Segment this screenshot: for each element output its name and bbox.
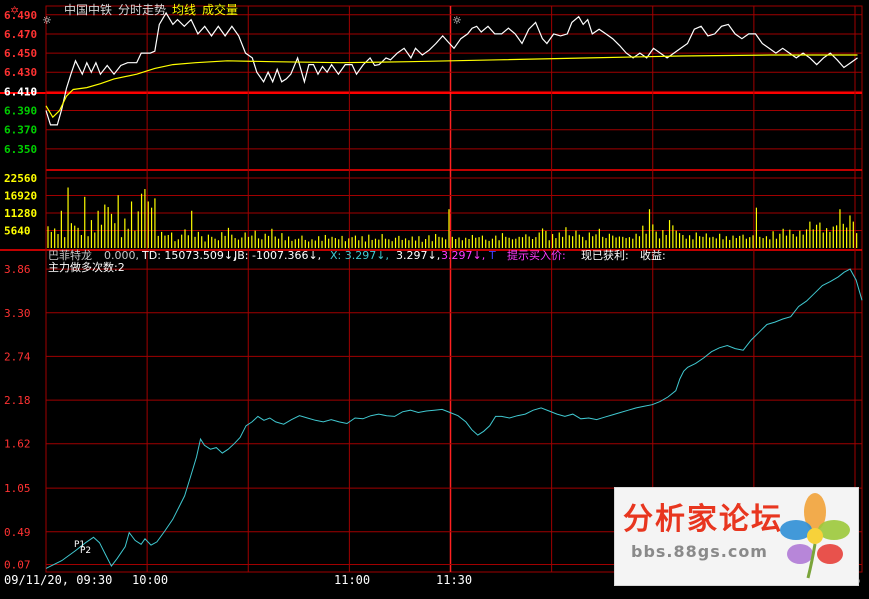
watermark: 分析家论坛 bbs.88gs.com bbox=[614, 487, 859, 586]
indicator-tick-label: 0.07 bbox=[4, 559, 31, 572]
volume-label[interactable]: 成交量 bbox=[202, 2, 238, 17]
price-tick-label: 6.470 bbox=[4, 28, 37, 41]
flower-logo-icon bbox=[780, 493, 850, 579]
indicator-jb: JB: -1007.366↓, bbox=[233, 249, 321, 262]
time-tick-label: 10:00 bbox=[132, 573, 168, 587]
indicator-axis: 3.86 3.30 2.74 2.18 1.62 1.05 0.49 0.07 bbox=[4, 263, 31, 571]
price-axis: 6.490 6.470 6.450 6.430 6.410 6.390 6.370 6.350… bbox=[4, 9, 37, 156]
buy-price-hint: 提示买入价: bbox=[507, 249, 566, 262]
indicator-tick-label: 0.49 bbox=[4, 526, 31, 539]
indicator-x: X: 3.297↓, bbox=[330, 249, 389, 262]
volume-tick-label: 11280 bbox=[4, 207, 37, 220]
volume-tick-label: 5640 bbox=[4, 225, 31, 238]
volume-bars bbox=[47, 187, 858, 248]
marker-p2: P2 bbox=[80, 546, 91, 556]
profit-label: 现已获利: bbox=[581, 249, 629, 262]
price-line bbox=[45, 11, 858, 126]
indicator-td: TD: 15073.509↓, bbox=[141, 249, 237, 262]
volume-axis: 22560 16920 11280 5640 bbox=[4, 172, 37, 238]
time-tick-label: 11:30 bbox=[436, 573, 472, 587]
volume-tick-label: 22560 bbox=[4, 172, 37, 185]
indicator-x2: 3.297↓, bbox=[396, 249, 440, 262]
indicator-subtitle: 主力做多次数:2 bbox=[48, 260, 125, 274]
indicator-tick-label: 1.05 bbox=[4, 482, 31, 495]
price-tick-label: 6.490 bbox=[4, 9, 37, 22]
average-price-line bbox=[45, 54, 858, 119]
income-label: 收益: bbox=[640, 248, 666, 262]
indicator-tick-label: 3.86 bbox=[4, 263, 31, 276]
price-tick-label: 6.390 bbox=[4, 105, 37, 118]
price-tick-label: 6.450 bbox=[4, 47, 37, 60]
price-tick-label: 6.370 bbox=[4, 124, 37, 137]
indicator-tick-label: 2.74 bbox=[4, 350, 31, 363]
time-tick-label: 11:00 bbox=[334, 573, 370, 587]
indicator-tick-label: 3.30 bbox=[4, 307, 31, 320]
reference-price-label: 6.410 bbox=[4, 85, 37, 98]
stock-name: 中国中铁 bbox=[64, 2, 112, 17]
watermark-title: 分析家论坛 bbox=[623, 502, 783, 537]
indicator-name[interactable]: 巴菲特龙 bbox=[48, 248, 92, 262]
price-tick-label: 6.430 bbox=[4, 66, 37, 79]
view-label[interactable]: 分时走势 bbox=[118, 3, 166, 17]
indicator-tick-label: 2.18 bbox=[4, 394, 31, 407]
watermark-url: bbs.88gs.com bbox=[631, 542, 768, 561]
time-tick-label: 09/11/20, 09:30 bbox=[4, 573, 112, 587]
indicator-tick-label: 1.62 bbox=[4, 438, 31, 451]
avg-line-label[interactable]: 均线 bbox=[172, 3, 196, 17]
info-marker-icon[interactable]: ☼ bbox=[452, 14, 462, 27]
info-marker-icon[interactable]: ☼ bbox=[42, 14, 52, 27]
indicator-x3: 3.297↓, bbox=[441, 249, 485, 262]
chart-window: ✡ 中国中铁 分时走势 均线 成交量 6.490 6.470 6.450 6.430 6… bbox=[0, 0, 869, 595]
indicator-t: T bbox=[488, 249, 496, 262]
price-tick-label: 6.350 bbox=[4, 143, 37, 156]
price-lines bbox=[45, 11, 858, 126]
volume-tick-label: 16920 bbox=[4, 190, 37, 203]
